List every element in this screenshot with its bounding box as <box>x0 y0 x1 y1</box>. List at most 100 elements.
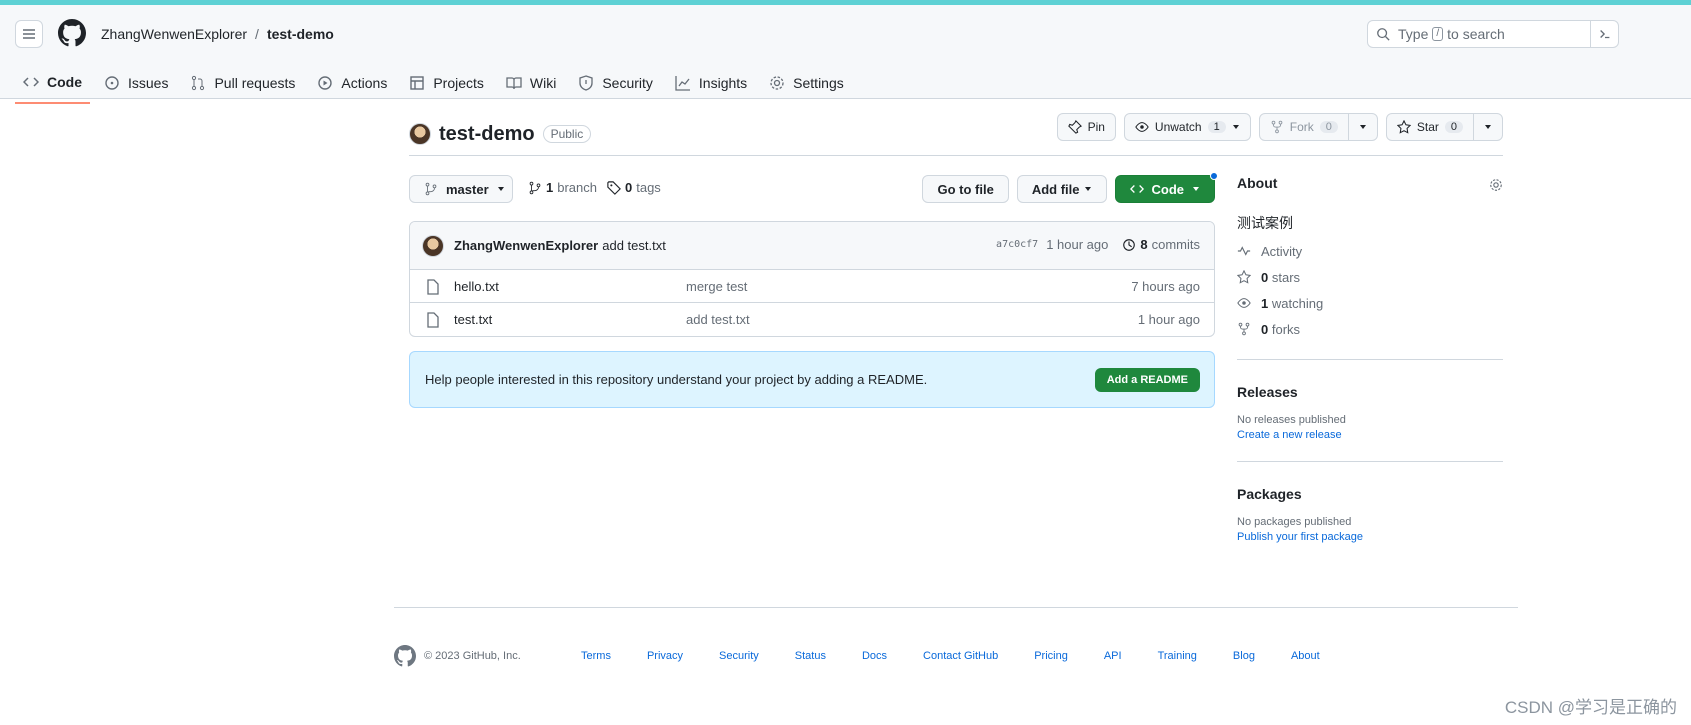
tab-label: Projects <box>433 75 484 91</box>
star-label: Star <box>1416 120 1439 134</box>
app-header: ZhangWenwenExplorer / test-demo Type / t… <box>0 5 1691 104</box>
commit-sha[interactable]: a7c0cf7 <box>996 239 1038 250</box>
tab-wiki[interactable]: Wiki <box>498 67 564 99</box>
forks-link[interactable]: 0 forks <box>1237 321 1503 337</box>
gear-icon[interactable] <box>1489 178 1503 192</box>
commit-meta: a7c0cf7 1 hour ago 8 commits <box>996 237 1200 252</box>
file-commit-message[interactable]: merge test <box>686 279 747 294</box>
file-commit-time: 1 hour ago <box>1137 312 1200 327</box>
tab-insights[interactable]: Insights <box>667 67 755 99</box>
code-icon <box>23 77 39 87</box>
command-palette-button[interactable] <box>1590 21 1618 47</box>
play-icon <box>318 76 333 90</box>
table-row[interactable]: hello.txt merge test 7 hours ago <box>410 270 1214 303</box>
code-button-label: Code <box>1151 181 1185 197</box>
github-logo-icon[interactable] <box>394 645 416 667</box>
file-name[interactable]: hello.txt <box>454 279 499 294</box>
branch-select-button[interactable]: master <box>409 175 513 203</box>
breadcrumb: ZhangWenwenExplorer / test-demo <box>101 26 334 42</box>
forks-count: 0 <box>1261 321 1269 337</box>
go-to-file-button[interactable]: Go to file <box>922 175 1009 203</box>
tab-label: Issues <box>128 75 169 91</box>
footer-link-terms[interactable]: Terms <box>581 650 611 662</box>
stars-label: stars <box>1271 269 1301 285</box>
add-file-label: Add file <box>1031 181 1080 197</box>
fork-dropdown[interactable] <box>1347 114 1377 140</box>
footer-link-contact[interactable]: Contact GitHub <box>923 650 998 662</box>
menu-button[interactable] <box>15 20 43 48</box>
stars-link[interactable]: 0 stars <box>1237 269 1503 285</box>
search-input[interactable]: Type / to search <box>1367 20 1619 48</box>
repo-title[interactable]: test-demo <box>439 123 535 146</box>
star-button[interactable]: Star 0 <box>1385 113 1503 141</box>
pin-icon <box>1067 120 1082 134</box>
footer-link-about[interactable]: About <box>1291 650 1320 662</box>
releases-title[interactable]: Releases <box>1237 384 1503 400</box>
shield-icon <box>579 75 593 91</box>
footer-link-security[interactable]: Security <box>719 650 759 662</box>
branch-count: 1 <box>546 180 554 195</box>
file-icon <box>427 279 439 295</box>
chevron-down-icon <box>1193 187 1199 191</box>
tab-issues[interactable]: Issues <box>96 67 176 99</box>
footer-link-status[interactable]: Status <box>795 650 826 662</box>
footer-link-api[interactable]: API <box>1104 650 1122 662</box>
owner-link[interactable]: ZhangWenwenExplorer <box>101 26 247 42</box>
footer-link-blog[interactable]: Blog <box>1233 650 1255 662</box>
fork-icon <box>1238 322 1250 336</box>
footer-link-training[interactable]: Training <box>1158 650 1197 662</box>
footer-link-pricing[interactable]: Pricing <box>1034 650 1068 662</box>
tab-settings[interactable]: Settings <box>761 67 852 99</box>
tag-label: tags <box>636 180 661 195</box>
tab-code[interactable]: Code <box>15 67 90 104</box>
forks-label: forks <box>1271 321 1301 337</box>
branch-icon <box>425 182 437 196</box>
commit-author[interactable]: ZhangWenwenExplorer <box>454 238 598 253</box>
unwatch-button[interactable]: Unwatch 1 <box>1123 113 1251 141</box>
header-divider <box>409 155 1503 156</box>
branch-toolbar: master 1 branch 0 tags Go to file Add fi… <box>409 172 1218 203</box>
stars-count: 0 <box>1261 269 1269 285</box>
code-button[interactable]: Code <box>1114 172 1218 203</box>
tags-link[interactable]: 0 tags <box>607 180 661 195</box>
repo-link[interactable]: test-demo <box>267 26 334 42</box>
fork-button[interactable]: Fork 0 <box>1258 113 1378 141</box>
commits-link[interactable]: 8 commits <box>1122 237 1200 252</box>
pin-button[interactable]: Pin <box>1056 113 1116 141</box>
tab-actions[interactable]: Actions <box>309 67 395 99</box>
add-readme-button[interactable]: Add a README <box>1094 368 1200 392</box>
commit-message[interactable]: add test.txt <box>602 238 666 253</box>
footer-link-docs[interactable]: Docs <box>862 650 887 662</box>
tab-label: Pull requests <box>214 75 296 91</box>
file-commit-time: 7 hours ago <box>1131 278 1200 294</box>
footer-link-privacy[interactable]: Privacy <box>647 650 683 662</box>
avatar[interactable] <box>422 234 444 257</box>
readme-prompt-text: Help people interested in this repositor… <box>425 372 928 387</box>
commit-count-label: commits <box>1151 237 1200 252</box>
file-browser: master 1 branch 0 tags Go to file Add fi… <box>409 172 1218 408</box>
tab-label: Settings <box>793 75 844 91</box>
star-dropdown[interactable] <box>1473 114 1502 140</box>
activity-link[interactable]: Activity <box>1237 243 1503 259</box>
tab-projects[interactable]: Projects <box>401 67 492 99</box>
tab-pull-requests[interactable]: Pull requests <box>182 67 303 99</box>
publish-package-link[interactable]: Publish your first package <box>1237 531 1503 543</box>
table-row[interactable]: test.txt add test.txt 1 hour ago <box>410 303 1214 336</box>
avatar[interactable] <box>409 123 431 145</box>
pin-label: Pin <box>1087 120 1105 134</box>
file-commit-message[interactable]: add test.txt <box>686 312 750 327</box>
watching-link[interactable]: 1 watching <box>1237 295 1503 311</box>
add-file-button[interactable]: Add file <box>1016 175 1107 203</box>
create-release-link[interactable]: Create a new release <box>1237 429 1503 441</box>
tab-security[interactable]: Security <box>570 67 661 99</box>
github-logo-icon[interactable] <box>58 19 86 47</box>
branches-link[interactable]: 1 branch <box>528 180 597 195</box>
chevron-down-icon <box>1232 125 1239 129</box>
file-list: ZhangWenwenExplorer add test.txt a7c0cf7… <box>409 221 1215 337</box>
packages-title[interactable]: Packages <box>1237 486 1503 502</box>
about-title: About <box>1237 175 1278 191</box>
tab-label: Actions <box>341 75 388 91</box>
issue-icon <box>105 76 119 90</box>
graph-icon <box>675 76 690 91</box>
file-name[interactable]: test.txt <box>454 312 492 327</box>
